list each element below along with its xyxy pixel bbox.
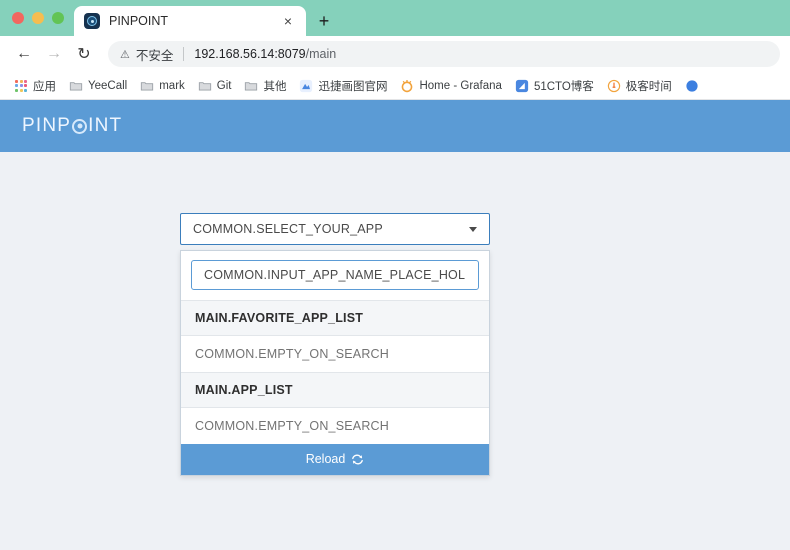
folder-icon	[69, 81, 83, 90]
tab-title: PINPOINT	[109, 14, 169, 28]
bookmark-grafana[interactable]: Home - Grafana	[394, 77, 507, 95]
forward-button[interactable]: →	[40, 40, 68, 68]
reload-page-button[interactable]: ↻	[70, 40, 98, 68]
site-icon-blue	[300, 79, 313, 92]
site-icon-blue	[686, 79, 698, 92]
close-tab-icon[interactable]: ×	[280, 14, 296, 28]
page-content: PINP INT COMMON.SELECT_YOUR_APP MAIN.FAVO…	[0, 100, 790, 550]
bookmark-label: 51CTO博客	[533, 80, 594, 93]
folder-icon	[198, 81, 211, 90]
browser-tab-pinpoint[interactable]: PINPOINT ×	[74, 6, 306, 36]
omnibox-divider	[183, 47, 185, 61]
minimize-window-button[interactable]	[32, 12, 44, 24]
reload-label: Reload	[305, 452, 346, 466]
favorite-app-list-empty: COMMON.EMPTY_ON_SEARCH	[181, 336, 489, 372]
folder-icon	[245, 81, 258, 90]
pinpoint-favicon-icon	[84, 13, 100, 29]
bookmark-label: 其他	[263, 80, 287, 93]
apps-grid-icon	[14, 79, 28, 93]
maximize-window-button[interactable]	[52, 12, 64, 24]
window-controls	[10, 0, 74, 36]
logo-suffix: INT	[88, 115, 123, 136]
bookmarks-bar: 应用 YeeCall mark Git 其他 迅捷画图官网 Home - Gra…	[0, 72, 790, 100]
close-window-button[interactable]	[12, 12, 24, 24]
bookmark-label: mark	[159, 79, 185, 92]
app-select-value: COMMON.SELECT_YOUR_APP	[193, 222, 383, 236]
bookmark-mark[interactable]: mark	[134, 77, 191, 95]
site-icon-orange	[607, 79, 620, 92]
app-select-dropdown: MAIN.FAVORITE_APP_LIST COMMON.EMPTY_ON_S…	[180, 250, 490, 476]
browser-toolbar: ← → ↻ ⚠ 不安全 192.168.56.14:8079/main	[0, 36, 790, 72]
bookmark-label: Git	[216, 79, 232, 92]
grafana-icon	[402, 79, 413, 92]
bookmark-51cto[interactable]: 51CTO博客	[509, 76, 600, 96]
security-status-text: 不安全	[135, 48, 174, 63]
reload-button[interactable]: Reload	[181, 444, 489, 475]
bookmark-apps[interactable]: 应用	[8, 76, 62, 96]
bookmark-label: 应用	[33, 80, 56, 93]
browser-window: PINPOINT × + ← → ↻ ⚠ 不安全 192.168.56.14:8…	[0, 0, 790, 550]
bookmark-label: 迅捷画图官网	[318, 80, 388, 93]
url-text: 192.168.56.14:8079/main	[194, 47, 336, 61]
app-list-header: MAIN.APP_LIST	[181, 372, 489, 408]
bookmark-label: 极客时间	[625, 80, 672, 93]
target-circle-icon	[72, 118, 88, 134]
app-selector: COMMON.SELECT_YOUR_APP MAIN.FAVORITE_APP…	[180, 213, 490, 476]
url-path: /main	[305, 47, 337, 61]
site-icon-blue	[515, 79, 529, 92]
insecure-warning-icon: ⚠	[120, 48, 130, 61]
bookmark-label: Home - Grafana	[419, 79, 502, 92]
favorite-app-list-header: MAIN.FAVORITE_APP_LIST	[181, 300, 489, 336]
bookmark-label: YeeCall	[88, 79, 128, 92]
address-bar[interactable]: ⚠ 不安全 192.168.56.14:8079/main	[108, 41, 780, 67]
bookmark-other[interactable]: 其他	[238, 76, 292, 96]
app-select-button[interactable]: COMMON.SELECT_YOUR_APP	[180, 213, 490, 245]
back-button[interactable]: ←	[10, 40, 38, 68]
bookmark-geektime[interactable]: 极客时间	[601, 76, 678, 96]
logo-prefix: PINP	[22, 115, 72, 136]
bookmark-overflow[interactable]	[679, 77, 710, 95]
bookmark-xunjie[interactable]: 迅捷画图官网	[293, 76, 393, 96]
new-tab-button[interactable]: +	[310, 6, 338, 36]
bookmark-yeecall[interactable]: YeeCall	[63, 77, 133, 95]
chevron-down-icon	[469, 226, 477, 232]
pinpoint-logo[interactable]: PINP INT	[22, 115, 122, 137]
url-host: 192.168.56.14:8079	[194, 47, 306, 61]
refresh-icon	[352, 454, 364, 464]
dropdown-search-row	[181, 251, 489, 300]
pinpoint-header: PINP INT	[0, 100, 790, 152]
tab-strip: PINPOINT × +	[0, 0, 790, 36]
folder-icon	[141, 81, 154, 90]
app-search-input[interactable]	[191, 260, 479, 290]
app-list-empty: COMMON.EMPTY_ON_SEARCH	[181, 408, 489, 444]
bookmark-git[interactable]: Git	[192, 77, 238, 95]
